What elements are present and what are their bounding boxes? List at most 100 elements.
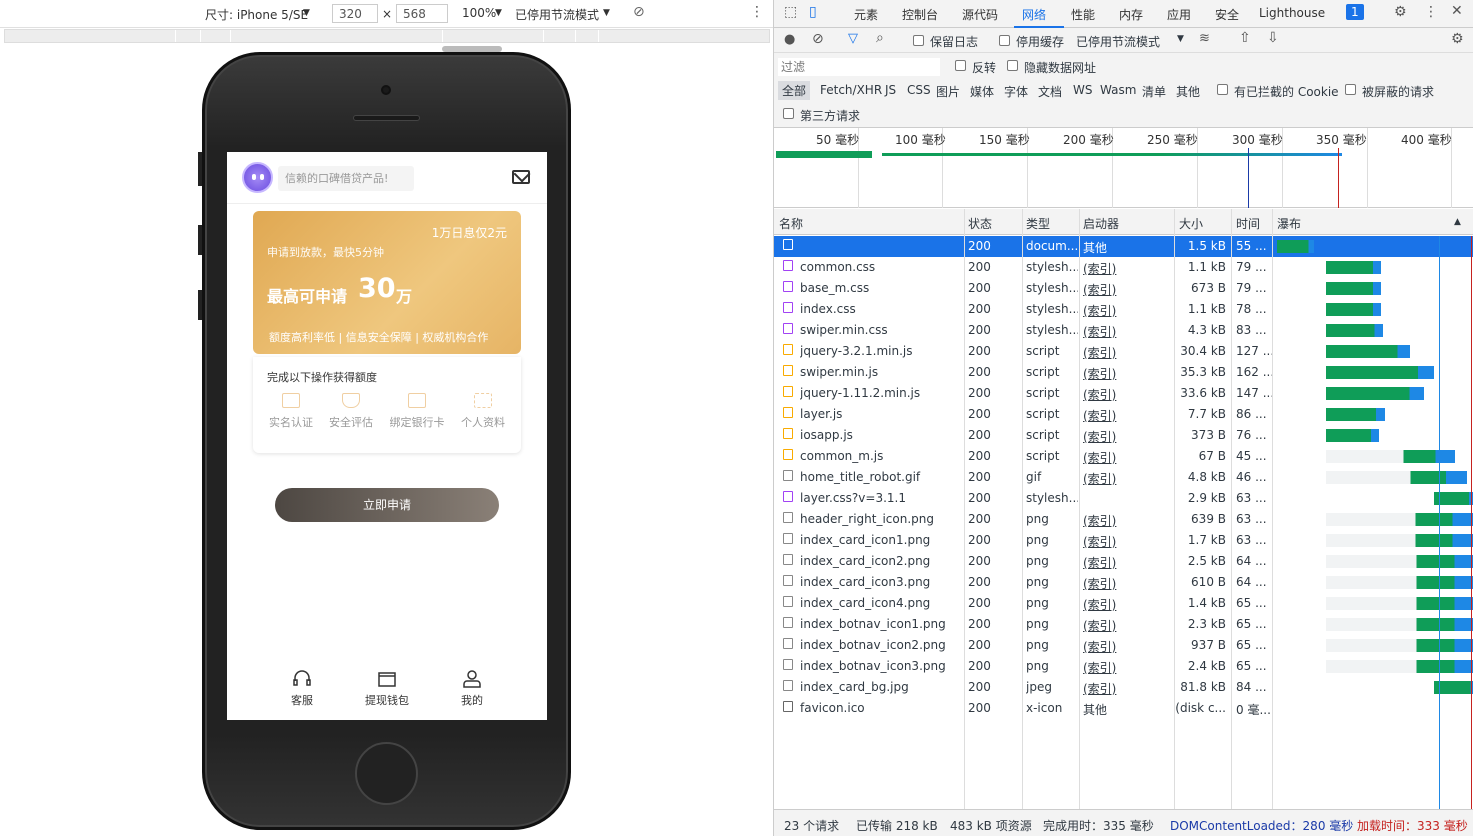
filter-type-wasm[interactable]: Wasm: [1100, 83, 1136, 97]
inspect-icon[interactable]: ⬚: [784, 4, 797, 20]
filter-type-all[interactable]: 全部: [778, 81, 811, 100]
device-width-input[interactable]: [332, 4, 378, 23]
table-row[interactable]: index_botnav_icon1.png 200 png (索引) 2.3 kB 65…: [774, 614, 1473, 635]
device-throttle-select[interactable]: 已停用节流模式: [515, 6, 599, 23]
cell-initiator[interactable]: (索引): [1083, 428, 1173, 445]
cell-initiator[interactable]: (索引): [1083, 659, 1173, 676]
table-row[interactable]: index.css 200 stylesh... (索引) 1.1 kB 78 ...: [774, 299, 1473, 320]
table-row[interactable]: index_botnav_icon2.png 200 png (索引) 937 B 65 …: [774, 635, 1473, 656]
device-height-input[interactable]: [396, 4, 448, 23]
cell-initiator[interactable]: (索引): [1083, 554, 1173, 571]
settings-gear-icon[interactable]: ⚙: [1394, 4, 1407, 20]
tab-sources[interactable]: 源代码: [962, 6, 998, 23]
device-toggle-icon[interactable]: ▯: [809, 4, 817, 20]
table-row[interactable]: base_m.css 200 stylesh... (索引) 673 B 79 ...: [774, 278, 1473, 299]
sort-arrow-icon[interactable]: ▲: [1454, 217, 1461, 227]
cell-initiator[interactable]: (索引): [1083, 512, 1173, 529]
filter-type-media[interactable]: 媒体: [970, 83, 994, 100]
table-row[interactable]: common_m.js 200 script (索引) 67 B 45 ...: [774, 446, 1473, 467]
table-row[interactable]: index_card_icon1.png 200 png (索引) 1.7 kB 63 .…: [774, 530, 1473, 551]
rotate-icon[interactable]: ⊘: [633, 4, 645, 20]
invert-checkbox[interactable]: [955, 60, 966, 71]
nav-mine[interactable]: 我的: [442, 670, 502, 708]
task-profile[interactable]: 个人资料: [453, 393, 513, 430]
filter-type-doc[interactable]: 文档: [1038, 83, 1062, 100]
table-row[interactable]: index_card_bg.jpg 200 jpeg (索引) 81.8 kB 84 ..…: [774, 677, 1473, 698]
cell-initiator[interactable]: (索引): [1083, 386, 1173, 403]
tab-lighthouse[interactable]: Lighthouse: [1259, 6, 1325, 20]
throttle-dropdown-icon[interactable]: ▼: [603, 8, 610, 18]
col-size[interactable]: 大小: [1179, 215, 1203, 232]
tab-application[interactable]: 应用: [1167, 6, 1191, 23]
cell-initiator[interactable]: (索引): [1083, 365, 1173, 382]
task-security[interactable]: 安全评估: [321, 393, 381, 430]
preserve-log-checkbox[interactable]: [913, 35, 924, 46]
disable-cache-checkbox[interactable]: [999, 35, 1010, 46]
nav-wallet[interactable]: 提现钱包: [357, 670, 417, 708]
tab-network[interactable]: 网络: [1022, 6, 1046, 23]
upload-icon[interactable]: ⇧: [1239, 30, 1251, 46]
task-real-name[interactable]: 实名认证: [261, 393, 321, 430]
table-row[interactable]: index_card_icon2.png 200 png (索引) 2.5 kB 64 .…: [774, 551, 1473, 572]
apply-button[interactable]: 立即申请: [275, 488, 499, 522]
blocked-requests-checkbox[interactable]: [1345, 84, 1356, 95]
more-vert-icon[interactable]: ⋮: [1424, 4, 1438, 20]
third-party-checkbox[interactable]: [783, 108, 794, 119]
more-options-icon[interactable]: ⋮: [750, 4, 764, 20]
cell-initiator[interactable]: (索引): [1083, 596, 1173, 613]
table-row[interactable]: layer.css?v=3.1.1 200 stylesh... 2.9 kB 63 .…: [774, 488, 1473, 509]
cell-initiator[interactable]: (索引): [1083, 323, 1173, 340]
cell-initiator[interactable]: (索引): [1083, 617, 1173, 634]
throttle-dropdown-icon[interactable]: ▼: [1177, 34, 1184, 44]
filter-icon[interactable]: ▽: [848, 31, 858, 46]
cell-initiator[interactable]: (索引): [1083, 575, 1173, 592]
tab-elements[interactable]: 元素: [854, 6, 878, 23]
clear-icon[interactable]: ⊘: [812, 31, 824, 47]
filter-type-fetch[interactable]: Fetch/XHR: [820, 83, 882, 97]
col-time[interactable]: 时间: [1236, 215, 1260, 232]
table-row[interactable]: jquery-1.11.2.min.js 200 script (索引) 33.6 kB…: [774, 383, 1473, 404]
table-row[interactable]: layer.js 200 script (索引) 7.7 kB 86 ...: [774, 404, 1473, 425]
filter-type-font[interactable]: 字体: [1004, 83, 1028, 100]
device-select[interactable]: 尺寸: iPhone 5/SE: [205, 6, 308, 23]
record-icon[interactable]: ●: [784, 32, 795, 47]
filter-type-ws[interactable]: WS: [1073, 83, 1092, 97]
cell-initiator[interactable]: (索引): [1083, 449, 1173, 466]
table-row[interactable]: index_card_icon3.png 200 png (索引) 610 B 64 ..…: [774, 572, 1473, 593]
cell-initiator[interactable]: (索引): [1083, 302, 1173, 319]
device-dropdown-icon[interactable]: ▼: [303, 8, 310, 18]
table-row[interactable]: 200 docum... 其他 1.5 kB 55 ...: [774, 236, 1473, 257]
download-icon[interactable]: ⇩: [1267, 30, 1279, 46]
table-row[interactable]: home_title_robot.gif 200 gif (索引) 4.8 kB 46 .…: [774, 467, 1473, 488]
table-row[interactable]: swiper.min.css 200 stylesh... (索引) 4.3 kB 83 …: [774, 320, 1473, 341]
table-row[interactable]: swiper.min.js 200 script (索引) 35.3 kB 162 ...: [774, 362, 1473, 383]
cell-initiator[interactable]: (索引): [1083, 680, 1173, 697]
tab-memory[interactable]: 内存: [1119, 6, 1143, 23]
cell-initiator[interactable]: (索引): [1083, 407, 1173, 424]
throttle-select[interactable]: 已停用节流模式: [1076, 33, 1160, 50]
blocked-cookies-checkbox[interactable]: [1217, 84, 1228, 95]
col-name[interactable]: 名称: [779, 215, 803, 232]
cell-initiator[interactable]: (索引): [1083, 344, 1173, 361]
filter-type-css[interactable]: CSS: [907, 83, 931, 97]
issues-badge[interactable]: 1: [1346, 4, 1364, 20]
filter-type-img[interactable]: 图片: [936, 83, 960, 100]
table-row[interactable]: favicon.ico 200 x-icon 其他 (disk c... 0 毫...: [774, 698, 1473, 719]
zoom-dropdown-icon[interactable]: ▼: [495, 8, 502, 18]
cell-initiator[interactable]: (索引): [1083, 470, 1173, 487]
cell-initiator[interactable]: (索引): [1083, 533, 1173, 550]
table-row[interactable]: common.css 200 stylesh... (索引) 1.1 kB 79 ...: [774, 257, 1473, 278]
search-icon[interactable]: ⌕: [876, 30, 884, 46]
filter-type-js[interactable]: JS: [885, 83, 896, 97]
cell-initiator[interactable]: (索引): [1083, 260, 1173, 277]
col-initiator[interactable]: 启动器: [1083, 215, 1119, 232]
table-row[interactable]: index_card_icon4.png 200 png (索引) 1.4 kB 65 .…: [774, 593, 1473, 614]
mail-icon[interactable]: [512, 170, 530, 184]
table-row[interactable]: iosapp.js 200 script (索引) 373 B 76 ...: [774, 425, 1473, 446]
col-waterfall[interactable]: 瀑布: [1277, 215, 1301, 232]
filter-type-other[interactable]: 其他: [1176, 83, 1200, 100]
col-status[interactable]: 状态: [968, 215, 992, 232]
zoom-select[interactable]: 100%: [462, 6, 496, 20]
search-input[interactable]: 信赖的口碑借贷产品!: [278, 166, 414, 191]
wifi-settings-icon[interactable]: ≋: [1199, 31, 1210, 46]
